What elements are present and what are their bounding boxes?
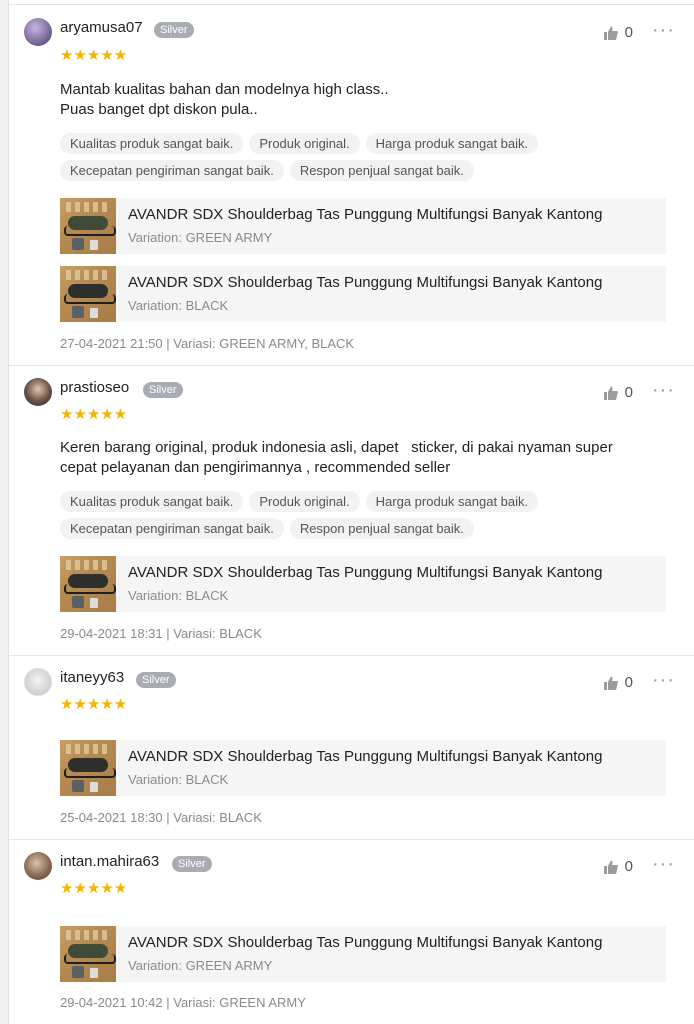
product-item[interactable]: AVANDR SDX Shoulderbag Tas Punggung Mult…	[60, 198, 666, 254]
comment-line: Mantab kualitas bahan dan modelnya high …	[60, 81, 389, 98]
reviews-list: aryamusa07 Silver ★★★★★ 0 ··· Mantab kua…	[8, 0, 694, 1024]
comment-line: Puas banget dpt diskon pula..	[60, 101, 258, 118]
tag-chip: Kualitas produk sangat baik.	[60, 491, 244, 512]
review-meta: 29-04-2021 10:42 | Variasi: GREEN ARMY	[60, 995, 306, 1010]
review-item: prastioseo Silver ★★★★★ 0 ··· Keren bara…	[9, 365, 694, 656]
tag-chip: Respon penjual sangat baik.	[289, 518, 474, 539]
review-item: intan.mahira63 Silver ★★★★★ 0 ··· AVANDR…	[9, 839, 694, 1024]
avatar[interactable]	[24, 378, 52, 406]
avatar[interactable]	[24, 852, 52, 880]
review-comment: Keren barang original, produk indonesia …	[60, 438, 665, 478]
avatar[interactable]	[24, 18, 52, 46]
like-button[interactable]: 0	[603, 674, 633, 691]
product-item[interactable]: AVANDR SDX Shoulderbag Tas Punggung Mult…	[60, 556, 666, 612]
username[interactable]: intan.mahira63	[60, 853, 159, 870]
silver-badge: Silver	[154, 22, 194, 38]
product-thumbnail	[60, 926, 116, 982]
comment-line: cepat pelayanan dan pengirimannya , reco…	[60, 459, 451, 476]
product-thumbnail	[60, 266, 116, 322]
product-item[interactable]: AVANDR SDX Shoulderbag Tas Punggung Mult…	[60, 926, 666, 982]
product-thumbnail	[60, 740, 116, 796]
tag-chip: Produk original.	[249, 491, 360, 512]
product-variation: Variation: BLACK	[128, 772, 229, 787]
rating-stars: ★★★★★	[60, 406, 128, 423]
thumbs-up-icon	[603, 386, 618, 400]
tag-chip: Respon penjual sangat baik.	[289, 160, 474, 181]
silver-badge: Silver	[143, 382, 183, 398]
silver-badge: Silver	[172, 856, 212, 872]
review-item: aryamusa07 Silver ★★★★★ 0 ··· Mantab kua…	[9, 5, 694, 366]
like-button[interactable]: 0	[603, 24, 633, 41]
like-count: 0	[624, 24, 633, 41]
comment-line: Keren barang original, produk indonesia …	[60, 439, 613, 456]
review-meta: 27-04-2021 21:50 | Variasi: GREEN ARMY, …	[60, 336, 355, 351]
thumbs-up-icon	[603, 26, 618, 40]
like-count: 0	[624, 858, 633, 875]
more-dots-icon[interactable]: ···	[652, 669, 675, 692]
avatar[interactable]	[24, 668, 52, 696]
tag-chip: Kecepatan pengiriman sangat baik.	[60, 160, 284, 181]
product-variation: Variation: GREEN ARMY	[128, 230, 273, 245]
more-dots-icon[interactable]: ···	[652, 19, 675, 42]
thumbs-up-icon	[603, 860, 618, 874]
tag-chip: Kualitas produk sangat baik.	[60, 133, 244, 154]
review-item: itaneyy63 Silver ★★★★★ 0 ··· AVANDR SDX …	[9, 655, 694, 840]
like-button[interactable]: 0	[603, 858, 633, 875]
review-comment: Mantab kualitas bahan dan modelnya high …	[60, 80, 665, 120]
more-dots-icon[interactable]: ···	[652, 853, 675, 876]
product-item[interactable]: AVANDR SDX Shoulderbag Tas Punggung Mult…	[60, 740, 666, 796]
product-title: AVANDR SDX Shoulderbag Tas Punggung Mult…	[128, 934, 603, 951]
thumbs-up-icon	[603, 676, 618, 690]
review-tags: Kualitas produk sangat baik. Produk origi…	[60, 491, 665, 545]
like-button[interactable]: 0	[603, 384, 633, 401]
like-count: 0	[624, 384, 633, 401]
tag-chip: Harga produk sangat baik.	[365, 133, 539, 154]
product-item[interactable]: AVANDR SDX Shoulderbag Tas Punggung Mult…	[60, 266, 666, 322]
product-thumbnail	[60, 556, 116, 612]
more-dots-icon[interactable]: ···	[652, 379, 675, 402]
product-title: AVANDR SDX Shoulderbag Tas Punggung Mult…	[128, 206, 603, 223]
username[interactable]: itaneyy63	[60, 669, 124, 686]
product-title: AVANDR SDX Shoulderbag Tas Punggung Mult…	[128, 274, 603, 291]
username[interactable]: aryamusa07	[60, 19, 143, 36]
rating-stars: ★★★★★	[60, 880, 128, 897]
tag-chip: Kecepatan pengiriman sangat baik.	[60, 518, 284, 539]
review-meta: 25-04-2021 18:30 | Variasi: BLACK	[60, 810, 262, 825]
silver-badge: Silver	[136, 672, 176, 688]
username[interactable]: prastioseo	[60, 379, 129, 396]
product-thumbnail	[60, 198, 116, 254]
rating-stars: ★★★★★	[60, 47, 128, 64]
like-count: 0	[624, 674, 633, 691]
product-variation: Variation: BLACK	[128, 588, 229, 603]
product-title: AVANDR SDX Shoulderbag Tas Punggung Mult…	[128, 564, 603, 581]
review-tags: Kualitas produk sangat baik. Produk origi…	[60, 133, 665, 187]
tag-chip: Produk original.	[249, 133, 360, 154]
rating-stars: ★★★★★	[60, 696, 128, 713]
tag-chip: Harga produk sangat baik.	[365, 491, 539, 512]
product-title: AVANDR SDX Shoulderbag Tas Punggung Mult…	[128, 748, 603, 765]
product-variation: Variation: GREEN ARMY	[128, 958, 273, 973]
product-variation: Variation: BLACK	[128, 298, 229, 313]
review-meta: 29-04-2021 18:31 | Variasi: BLACK	[60, 626, 262, 641]
